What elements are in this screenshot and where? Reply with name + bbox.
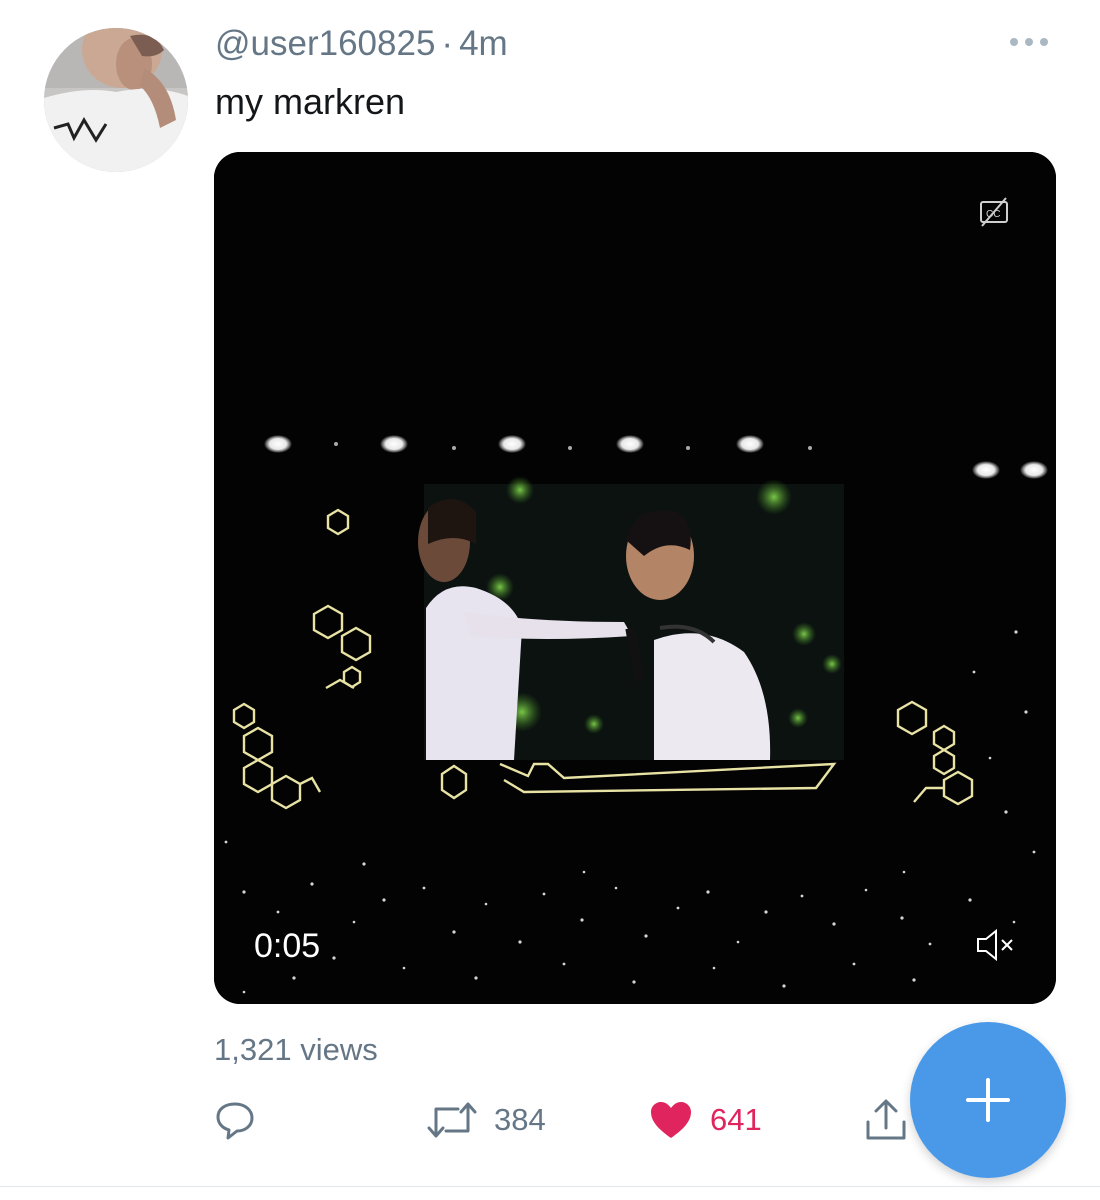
closed-captions-off-icon[interactable]: CC [978, 196, 1010, 228]
share-icon [866, 1099, 906, 1140]
like-count: 641 [710, 1102, 762, 1137]
tweet-timestamp[interactable]: 4m [459, 24, 508, 63]
retweet-button[interactable]: 384 [426, 1094, 546, 1146]
reply-icon [216, 1102, 254, 1140]
tweet-header: @user160825 · 4m [215, 24, 508, 64]
retweet-count: 384 [494, 1102, 546, 1137]
reply-button[interactable] [214, 1094, 256, 1146]
video-player[interactable]: CC 0:05 [214, 152, 1056, 1004]
divider [0, 1186, 1100, 1187]
ellipsis-icon[interactable] [1006, 32, 1052, 52]
tweet-action-bar: 384 641 [214, 1094, 914, 1146]
view-count: 1,321 views [214, 1032, 378, 1067]
speaker-muted-icon[interactable] [974, 927, 1016, 963]
header-separator: · [441, 24, 454, 63]
video-frame [214, 152, 1056, 1004]
avatar-photo [44, 28, 188, 172]
user-handle[interactable]: @user160825 [215, 24, 435, 63]
video-elapsed-time: 0:05 [254, 927, 321, 965]
compose-tweet-button[interactable] [910, 1022, 1066, 1178]
tweet-detail-screen: @user160825 · 4m my markren CC 0:05 1,32… [0, 0, 1100, 1200]
plus-icon [966, 1078, 1010, 1122]
heart-filled-icon [651, 1102, 691, 1138]
clipped-top-icon [118, 0, 162, 6]
share-button[interactable] [862, 1094, 910, 1146]
stage-screen [418, 476, 844, 760]
user-avatar[interactable] [44, 28, 188, 172]
tweet-text: my markren [215, 81, 406, 122]
like-button[interactable]: 641 [648, 1094, 762, 1146]
retweet-icon [427, 1102, 477, 1138]
